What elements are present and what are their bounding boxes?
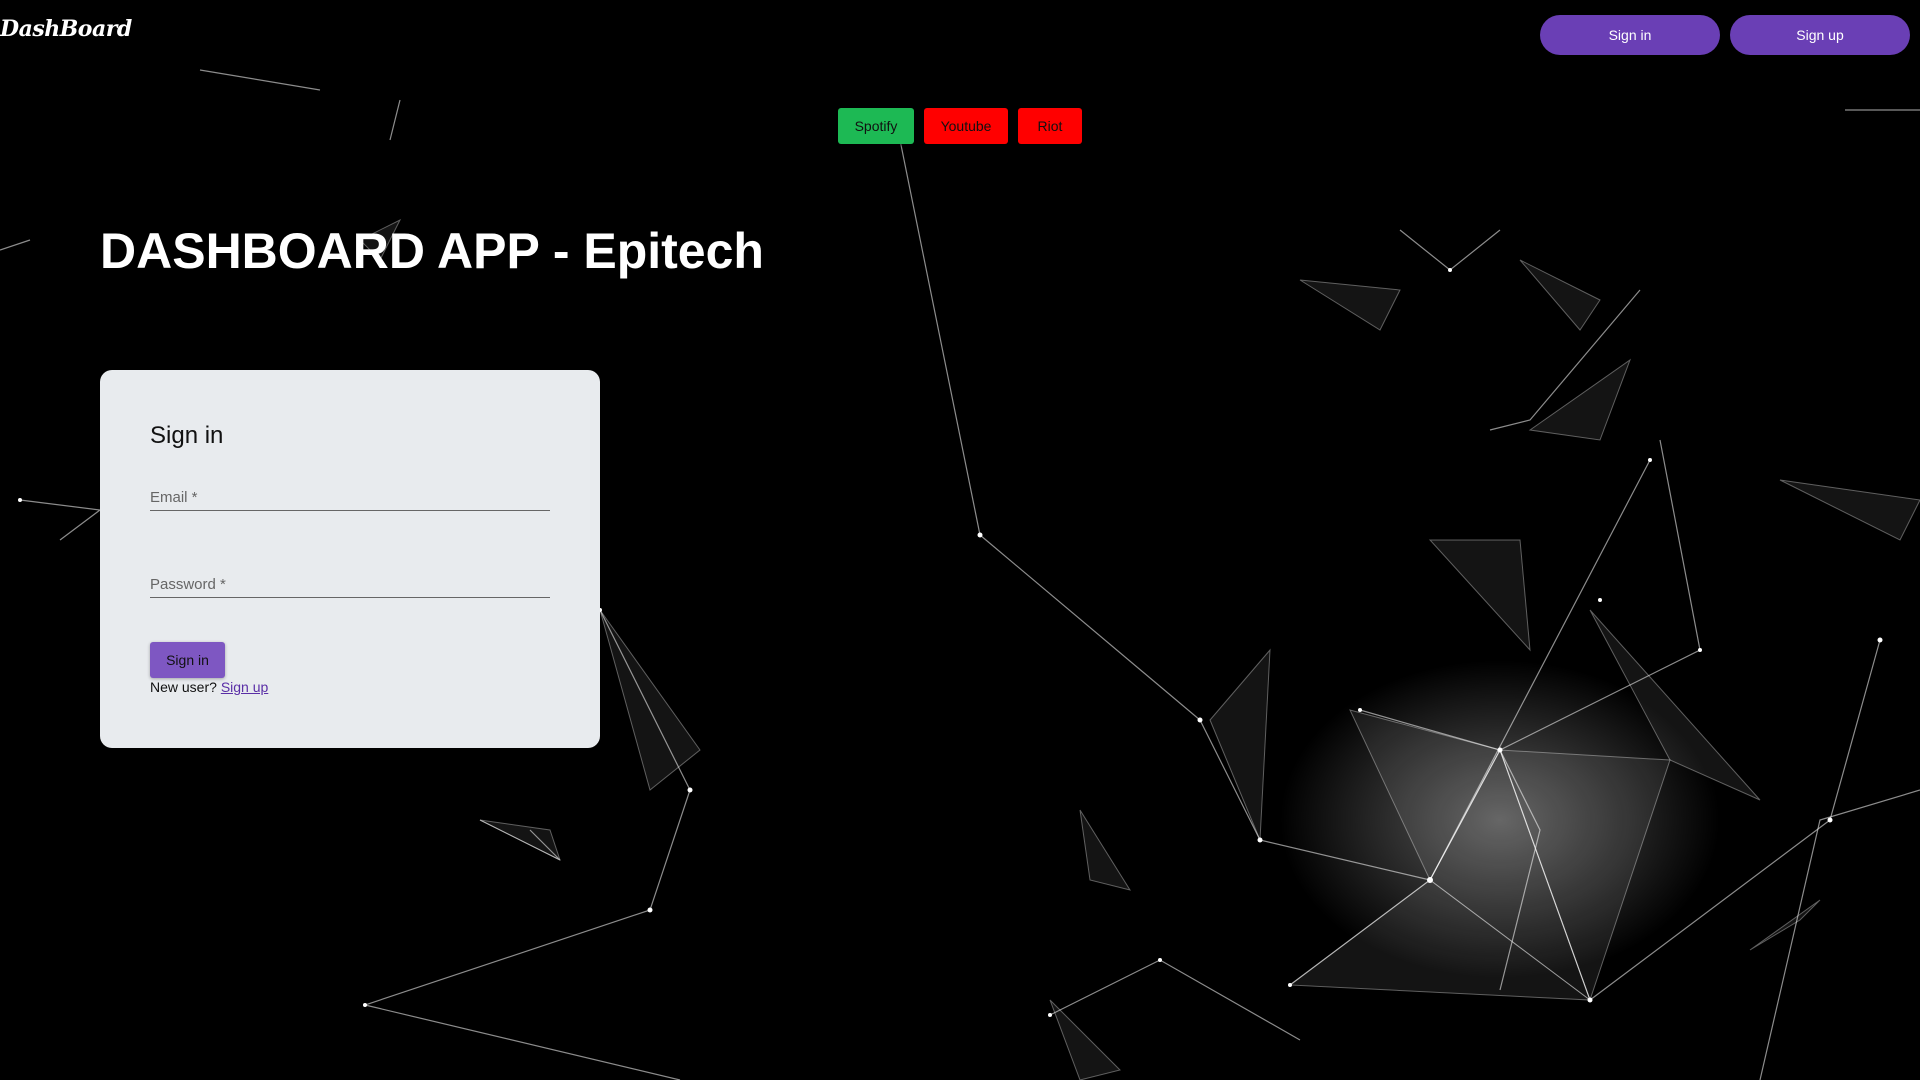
signin-submit-button[interactable]: Sign in	[150, 642, 225, 678]
signup-link[interactable]: Sign up	[221, 679, 268, 695]
email-field[interactable]: Email *	[150, 480, 554, 512]
signin-card: Sign in Email * Password * Sign in New u…	[100, 370, 600, 748]
password-input[interactable]	[150, 567, 554, 599]
nav-signin-button[interactable]: Sign in	[1540, 15, 1720, 55]
nav-signup-button[interactable]: Sign up	[1730, 15, 1910, 55]
riot-button[interactable]: Riot	[1018, 108, 1082, 144]
top-navbar: DashBoard Sign in Sign up	[0, 0, 1920, 70]
signup-prompt: New user? Sign up	[150, 679, 268, 695]
youtube-button[interactable]: Youtube	[924, 108, 1008, 144]
service-buttons: Spotify Youtube Riot	[838, 108, 1082, 144]
spotify-button[interactable]: Spotify	[838, 108, 914, 144]
password-field[interactable]: Password *	[150, 567, 554, 599]
new-user-text: New user?	[150, 679, 217, 695]
app-logo[interactable]: DashBoard	[0, 16, 132, 42]
signin-card-title: Sign in	[150, 422, 224, 449]
email-input[interactable]	[150, 480, 554, 512]
page-title: DASHBOARD APP - Epitech	[100, 223, 764, 279]
